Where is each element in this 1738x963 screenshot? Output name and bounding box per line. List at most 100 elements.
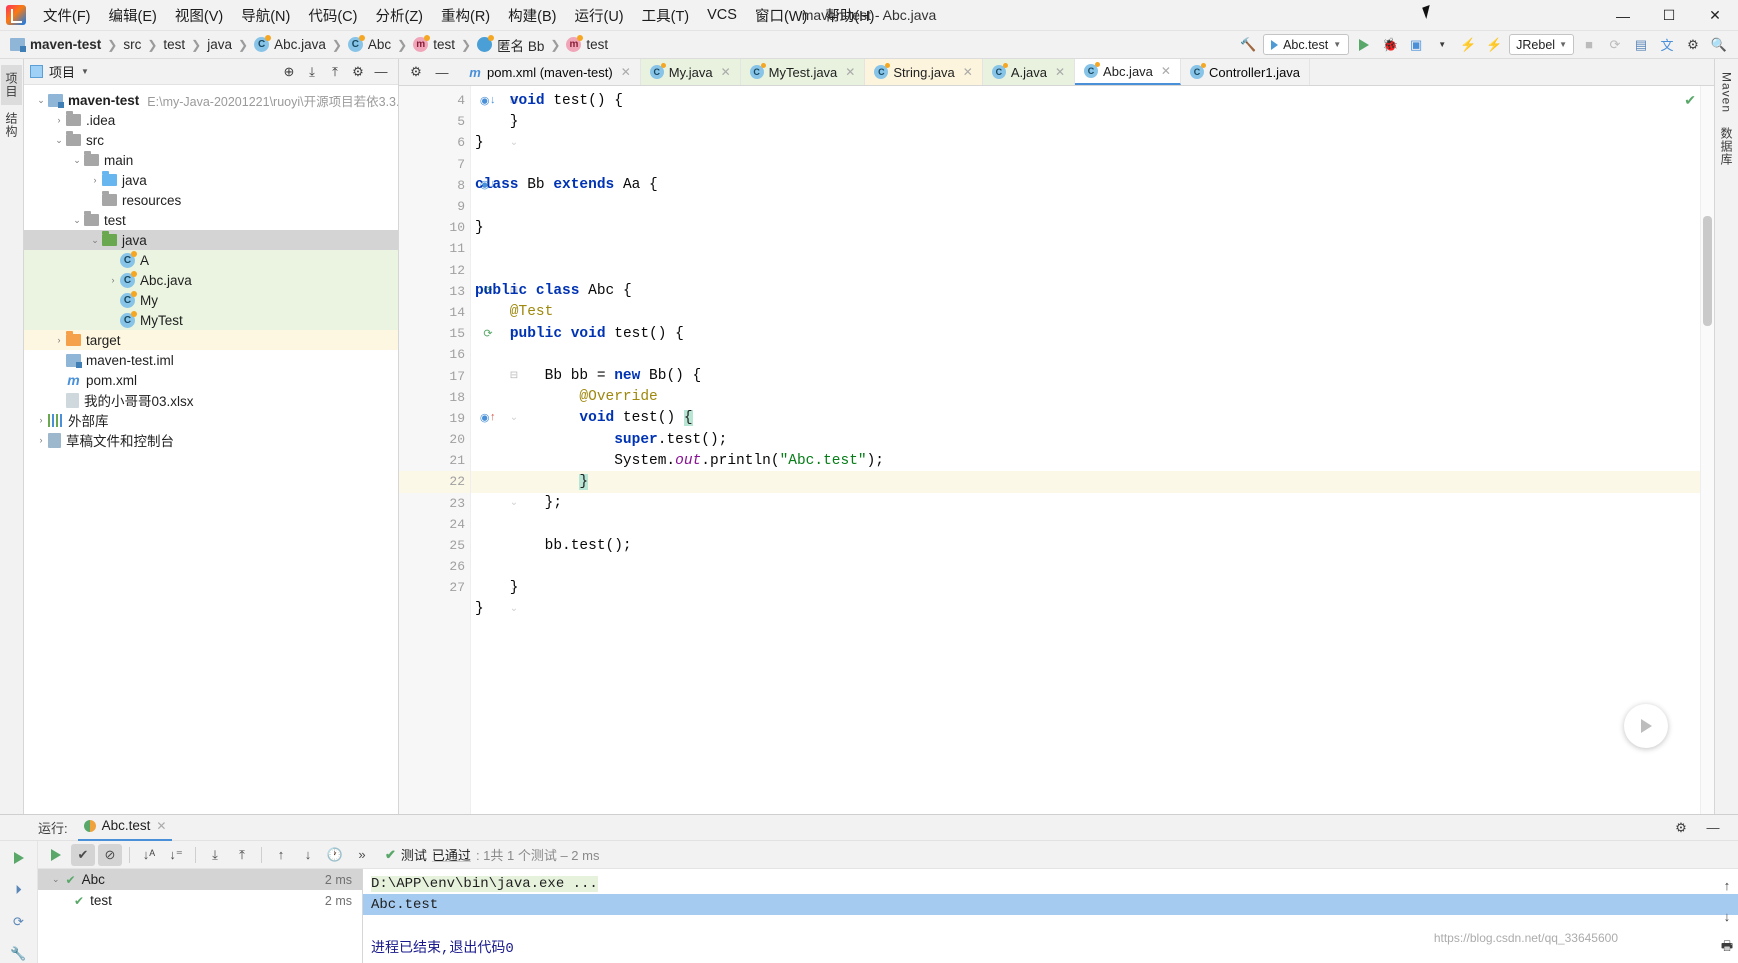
chevron-down-icon[interactable]: ▼: [81, 67, 89, 76]
chevron-right-icon[interactable]: ›: [34, 415, 48, 425]
chevron-down-icon[interactable]: ⌄: [52, 135, 66, 146]
test-tree[interactable]: ⌄ ✔ Abc 2 ms ✔ test 2 ms: [38, 869, 363, 963]
tree-node-test[interactable]: ⌄ test: [24, 210, 398, 230]
menu-item-2[interactable]: 视图(V): [166, 2, 232, 29]
gutter-line-26[interactable]: 26: [399, 556, 470, 577]
menu-item-6[interactable]: 重构(R): [432, 2, 499, 29]
gear-icon[interactable]: ⚙: [405, 61, 427, 83]
maximize-button[interactable]: ☐: [1646, 0, 1692, 31]
code-line-20[interactable]: super .test();: [471, 429, 1700, 450]
close-icon[interactable]: ✕: [156, 819, 166, 833]
breadcrumb-item-8[interactable]: m test: [566, 35, 608, 52]
menu-item-0[interactable]: 文件(F): [34, 2, 100, 29]
chevron-down-icon[interactable]: ⌄: [52, 874, 60, 885]
print-icon[interactable]: 🖶: [1716, 937, 1738, 959]
close-icon[interactable]: ✕: [1161, 64, 1171, 78]
tree-node-pom.xml[interactable]: m pom.xml: [24, 370, 398, 390]
menu-item-10[interactable]: VCS: [698, 4, 746, 26]
gutter-line-13[interactable]: 13 ⟳ ⊟: [399, 281, 518, 302]
tree-node-java[interactable]: ⌄ java: [24, 230, 398, 250]
editor-tab-My.java[interactable]: C My.java ✕: [640, 59, 741, 85]
code-line-18[interactable]: @Override: [471, 387, 1700, 408]
close-button[interactable]: ✕: [1692, 0, 1738, 31]
profiler-button[interactable]: ▼: [1431, 34, 1453, 56]
code-line-17[interactable]: Bb bb = new Bb() {: [471, 365, 1700, 386]
breadcrumb-item-7[interactable]: 匿名 Bb: [477, 35, 544, 55]
code-line-7[interactable]: [471, 154, 1700, 175]
run-tab-abc-test[interactable]: Abc.test ✕: [77, 815, 173, 841]
code-line-24[interactable]: [471, 514, 1700, 535]
menu-item-1[interactable]: 编辑(E): [100, 2, 166, 29]
tool-tab-maven[interactable]: Maven: [1718, 65, 1736, 120]
stop-button[interactable]: ■: [1578, 34, 1600, 56]
code-line-21[interactable]: System. out .println("Abc.test");: [471, 450, 1700, 471]
settings-icon[interactable]: ⚙: [1682, 34, 1704, 56]
menu-item-3[interactable]: 导航(N): [232, 2, 299, 29]
gutter-line-6[interactable]: 6 ⌄: [399, 132, 518, 153]
test-row-test[interactable]: ✔ test 2 ms: [38, 890, 362, 911]
menu-item-4[interactable]: 代码(C): [299, 2, 366, 29]
hide-panel-icon[interactable]: —: [370, 61, 392, 83]
code-line-23[interactable]: };: [471, 493, 1700, 514]
chevron-down-icon[interactable]: ⌄: [70, 215, 84, 226]
run-with-coverage-button[interactable]: ▣: [1405, 34, 1427, 56]
run-button[interactable]: [1353, 34, 1375, 56]
code-line-25[interactable]: bb.test();: [471, 535, 1700, 556]
gutter-line-10[interactable]: 10: [399, 217, 470, 238]
menu-item-9[interactable]: 工具(T): [633, 2, 699, 29]
gutter-line-17[interactable]: 17 ⊟: [399, 365, 518, 386]
close-icon[interactable]: ✕: [721, 65, 731, 79]
code-line-15[interactable]: public void test() {: [471, 323, 1700, 344]
tree-node-main[interactable]: ⌄ main: [24, 150, 398, 170]
gutter-line-27[interactable]: 27 ⌄: [399, 577, 518, 598]
rerun-failed-icon[interactable]: ⟳: [8, 911, 30, 933]
show-passed-icon[interactable]: ✔: [71, 843, 95, 866]
collapse-all-icon[interactable]: ⤒: [324, 61, 346, 83]
code-line-27[interactable]: }: [471, 577, 1700, 598]
rerun-tests-icon[interactable]: [44, 844, 68, 866]
editor-tab-Controller1.java[interactable]: C Controller1.java: [1181, 59, 1311, 85]
tree-node-My[interactable]: C My: [24, 290, 398, 310]
breadcrumb-item-5[interactable]: C Abc: [347, 35, 391, 52]
hammer-build-icon[interactable]: 🔨: [1237, 34, 1259, 56]
code-line-5[interactable]: }: [471, 111, 1700, 132]
chevron-right-icon[interactable]: ›: [34, 435, 48, 445]
locate-file-icon[interactable]: ⊕: [278, 61, 300, 83]
tree-node-Abc.java[interactable]: › C Abc.java: [24, 270, 398, 290]
tree-node-maven-test.iml[interactable]: maven-test.iml: [24, 350, 398, 370]
search-icon[interactable]: 🔍: [1708, 34, 1730, 56]
inspection-ok-icon[interactable]: ✔: [1684, 92, 1696, 109]
code-line-4[interactable]: void test() {: [471, 90, 1700, 111]
tool-tab-database[interactable]: 数据库: [1716, 120, 1737, 173]
breadcrumb-item-0[interactable]: maven-test: [10, 37, 101, 52]
floating-play-button[interactable]: [1624, 704, 1668, 748]
gutter-line-24[interactable]: 24: [399, 514, 470, 535]
translate-icon[interactable]: 文: [1656, 34, 1678, 56]
code-line-end[interactable]: }: [471, 599, 1700, 620]
tree-node-A[interactable]: CA: [24, 250, 398, 270]
close-icon[interactable]: ✕: [963, 65, 973, 79]
sort-alphabetically-icon[interactable]: ↓ᴬ: [137, 844, 161, 866]
scroll-down-icon[interactable]: ↓: [1716, 906, 1738, 928]
tool-tab-structure[interactable]: 结构: [1, 105, 22, 145]
gear-icon[interactable]: ⚙: [1670, 817, 1692, 839]
tree-node-resources[interactable]: resources: [24, 190, 398, 210]
gutter-line-9[interactable]: 9: [399, 196, 470, 217]
hide-editor-icon[interactable]: —: [431, 61, 453, 83]
settings-wrench-icon[interactable]: 🔧: [8, 943, 30, 963]
project-tree[interactable]: ⌄ maven-test E:\my-Java-20201221\ruoyi\开源项…: [24, 85, 398, 814]
editor-tab-String.java[interactable]: C String.java ✕: [865, 59, 983, 85]
gutter-line-16[interactable]: 16: [399, 344, 470, 365]
gutter-line-4[interactable]: 4 ◉ ↓ ⊟: [399, 90, 518, 111]
more-icon[interactable]: »: [350, 844, 374, 866]
minimize-button[interactable]: —: [1600, 0, 1646, 31]
editor-code[interactable]: void test() { }} class Bb extends Aa {} pu…: [471, 86, 1700, 814]
editor-tab-Abc.java[interactable]: C Abc.java ✕: [1075, 59, 1181, 85]
breadcrumb[interactable]: maven-test ❯ src ❯ test ❯ java ❯ C Abc.java ❯ C Abc ❯…: [10, 35, 608, 55]
code-line-6[interactable]: }: [471, 132, 1700, 153]
tree-node-java[interactable]: › java: [24, 170, 398, 190]
rerun-icon[interactable]: [8, 847, 30, 869]
run-configuration-selector[interactable]: Abc.test ▼: [1263, 34, 1350, 55]
menu-item-5[interactable]: 分析(Z): [366, 2, 432, 29]
editor-gutter[interactable]: 4 ◉ ↓ ⊟ 5 ⌄ 6 ⌄ 7 8 ◉ ↓ 9 10 11 12 13 ⟳ ⊟ 14 15 ⟳ ⊟ 16 17 ⊟ 18 19 ◉ ↑…: [399, 86, 518, 814]
